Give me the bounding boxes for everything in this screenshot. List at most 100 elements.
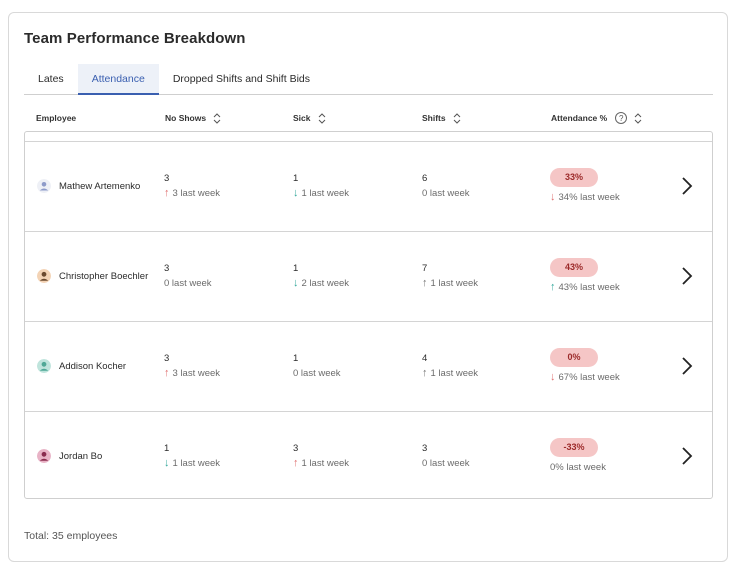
shifts-last-week: ↑ 1 last week — [422, 366, 478, 381]
no-shows-last-week: 0 last week — [164, 276, 212, 291]
shifts-last-week: ↑ 1 last week — [422, 276, 478, 291]
attendance-last-week: ↑ 43% last week — [550, 280, 620, 295]
shifts-cell: 7 ↑ 1 last week — [422, 232, 478, 320]
attendance-cell: -33% 0% last week — [550, 412, 606, 498]
no-shows-cell: 3 ↑ 3 last week — [164, 322, 220, 410]
shifts-value: 4 — [422, 352, 428, 364]
shifts-value: 7 — [422, 262, 428, 274]
shifts-last-week: 0 last week — [422, 186, 470, 201]
no-shows-sub-label: 3 last week — [172, 367, 221, 379]
arrow-up-icon: ↑ — [293, 456, 299, 469]
avatar-icon — [37, 269, 51, 283]
arrow-up-icon: ↑ — [422, 366, 428, 379]
no-shows-last-week: ↑ 3 last week — [164, 366, 220, 381]
sick-value: 1 — [293, 172, 299, 184]
no-shows-value: 1 — [164, 442, 170, 454]
attendance-sub-label: 43% last week — [558, 281, 620, 293]
sick-sub-label: 0 last week — [293, 367, 341, 379]
shifts-last-week: 0 last week — [422, 456, 470, 471]
sick-sub-label: 2 last week — [301, 277, 350, 289]
attendance-badge: -33% — [550, 437, 598, 457]
shifts-cell: 4 ↑ 1 last week — [422, 322, 478, 410]
shifts-value: 6 — [422, 172, 428, 184]
card-title: Team Performance Breakdown — [24, 30, 246, 47]
column-header-shifts[interactable]: Shifts — [422, 107, 461, 129]
column-header-sick[interactable]: Sick — [293, 107, 326, 129]
sick-value: 1 — [293, 352, 299, 364]
attendance-last-week: 0% last week — [550, 460, 606, 475]
no-shows-sub-label: 3 last week — [172, 187, 221, 199]
shifts-sub-label: 1 last week — [430, 277, 479, 289]
help-icon[interactable]: ? — [615, 112, 628, 124]
sick-last-week: ↑ 1 last week — [293, 456, 349, 471]
table-row[interactable]: Mathew Artemenko 3 ↑ 3 last week 1 ↓ 1 l… — [25, 141, 712, 231]
sick-cell: 1 0 last week — [293, 322, 341, 410]
attendance-badge: 43% — [550, 257, 598, 277]
arrow-up-icon: ↑ — [164, 186, 170, 199]
sort-icon[interactable] — [453, 112, 461, 124]
sick-value: 1 — [293, 262, 299, 274]
sick-value: 3 — [293, 442, 299, 454]
avatar-icon — [37, 179, 51, 193]
tab-dropped-shifts[interactable]: Dropped Shifts and Shift Bids — [159, 64, 324, 94]
arrow-down-icon: ↓ — [550, 370, 556, 383]
shifts-sub-label: 1 last week — [430, 367, 479, 379]
no-shows-sub-label: 0 last week — [164, 277, 212, 289]
chevron-right-icon[interactable] — [680, 176, 694, 196]
arrow-down-icon: ↓ — [550, 190, 556, 203]
sick-cell: 1 ↓ 1 last week — [293, 142, 349, 230]
column-label: Employee — [36, 113, 77, 123]
avatar-icon — [37, 449, 51, 463]
no-shows-sub-label: 1 last week — [172, 457, 221, 469]
chevron-right-icon[interactable] — [680, 446, 694, 466]
employee-cell: Addison Kocher — [37, 322, 157, 410]
sort-icon[interactable] — [634, 112, 642, 124]
employee-cell: Christopher Boechler — [37, 232, 157, 320]
no-shows-last-week: ↑ 3 last week — [164, 186, 220, 201]
table-row[interactable]: Jordan Bo 1 ↓ 1 last week 3 ↑ 1 last wee… — [25, 411, 712, 498]
employee-cell: Mathew Artemenko — [37, 142, 157, 230]
attendance-sub-label: 67% last week — [558, 371, 620, 383]
no-shows-cell: 3 0 last week — [164, 232, 212, 320]
sick-cell: 1 ↓ 2 last week — [293, 232, 349, 320]
no-shows-cell: 3 ↑ 3 last week — [164, 142, 220, 230]
attendance-last-week: ↓ 67% last week — [550, 370, 620, 385]
arrow-down-icon: ↓ — [164, 456, 170, 469]
column-label: Attendance % — [551, 113, 608, 123]
shifts-cell: 3 0 last week — [422, 412, 470, 498]
column-label: No Shows — [165, 113, 207, 123]
column-header-attendance[interactable]: Attendance % ? — [551, 107, 642, 129]
avatar-icon — [37, 359, 51, 373]
shifts-sub-label: 0 last week — [422, 457, 470, 469]
column-header-no-shows[interactable]: No Shows — [165, 107, 221, 129]
attendance-badge: 33% — [550, 167, 598, 187]
arrow-up-icon: ↑ — [550, 280, 556, 293]
sort-icon[interactable] — [318, 112, 326, 124]
team-performance-card: Team Performance Breakdown Lates Attenda… — [8, 12, 728, 562]
shifts-cell: 6 0 last week — [422, 142, 470, 230]
employee-cell: Jordan Bo — [37, 412, 157, 498]
attendance-badge: 0% — [550, 347, 598, 367]
no-shows-value: 3 — [164, 262, 170, 274]
sort-icon[interactable] — [213, 112, 221, 124]
employee-name: Addison Kocher — [59, 360, 127, 372]
no-shows-cell: 1 ↓ 1 last week — [164, 412, 220, 498]
table-row[interactable]: Christopher Boechler 3 0 last week 1 ↓ 2… — [25, 231, 712, 321]
tab-lates[interactable]: Lates — [24, 64, 78, 94]
sick-last-week: ↓ 1 last week — [293, 186, 349, 201]
arrow-up-icon: ↑ — [422, 276, 428, 289]
chevron-right-icon[interactable] — [680, 356, 694, 376]
arrow-up-icon: ↑ — [164, 366, 170, 379]
employee-name: Christopher Boechler — [59, 270, 149, 282]
attendance-cell: 33% ↓ 34% last week — [550, 142, 620, 230]
employee-name: Jordan Bo — [59, 450, 103, 462]
chevron-right-icon[interactable] — [680, 266, 694, 286]
attendance-sub-label: 34% last week — [558, 191, 620, 203]
tab-attendance[interactable]: Attendance — [77, 64, 159, 95]
no-shows-last-week: ↓ 1 last week — [164, 456, 220, 471]
table-row[interactable]: Addison Kocher 3 ↑ 3 last week 1 0 last … — [25, 321, 712, 411]
no-shows-value: 3 — [164, 172, 170, 184]
attendance-cell: 0% ↓ 67% last week — [550, 322, 620, 410]
attendance-last-week: ↓ 34% last week — [550, 190, 620, 205]
column-label: Shifts — [422, 113, 446, 123]
